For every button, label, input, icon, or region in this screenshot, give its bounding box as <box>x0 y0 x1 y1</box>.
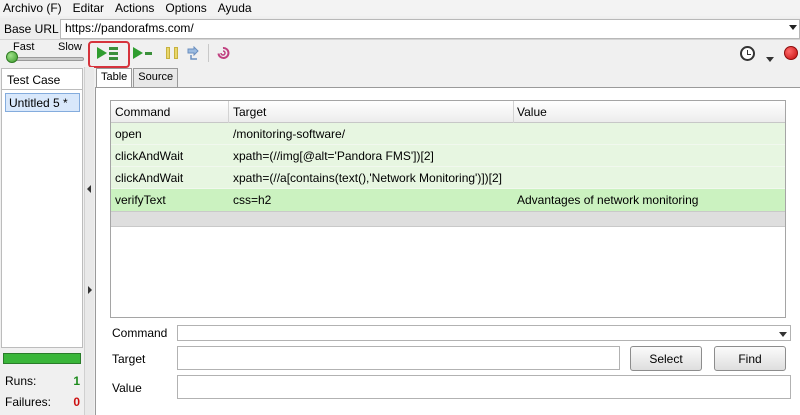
table-tab-content: Command Target Value open /monitoring-so… <box>95 87 800 415</box>
column-header-command[interactable]: Command <box>115 105 170 119</box>
base-url-input[interactable]: https://pandorafms.com/ <box>60 19 800 39</box>
menu-archivo[interactable]: Archivo (F) <box>3 1 62 15</box>
tab-source[interactable]: Source <box>133 68 179 87</box>
play-suite-button[interactable] <box>97 45 118 61</box>
command-dropdown-icon[interactable] <box>779 332 787 337</box>
rollup-icon <box>217 47 230 59</box>
table-row[interactable]: clickAndWait xpath=(//a[contains(text(),… <box>111 167 785 189</box>
table-row-empty[interactable] <box>111 211 785 227</box>
runs-count: 1 <box>73 374 80 388</box>
row-command: verifyText <box>115 193 166 207</box>
speed-fast-label: Fast <box>13 41 35 53</box>
play-test-button[interactable] <box>133 45 152 61</box>
pause-button[interactable] <box>166 45 178 61</box>
base-url-dropdown-icon[interactable] <box>789 25 797 30</box>
panel-splitter[interactable] <box>84 67 94 415</box>
row-target: xpath=(//img[@alt='Pandora FMS'])[2] <box>233 149 434 163</box>
find-button[interactable]: Find <box>714 346 786 371</box>
speed-slider[interactable] <box>10 57 84 61</box>
chevron-down-icon <box>766 56 774 62</box>
column-header-value[interactable]: Value <box>517 105 547 119</box>
table-header: Command Target Value <box>111 101 785 123</box>
select-button[interactable]: Select <box>630 346 702 371</box>
rollup-button[interactable] <box>216 45 230 61</box>
play-test-icon <box>133 47 143 59</box>
base-url-label: Base URL <box>4 22 59 36</box>
menu-editar[interactable]: Editar <box>73 1 104 15</box>
target-label: Target <box>112 352 146 366</box>
schedule-dropdown[interactable] <box>766 51 774 67</box>
editor-tabs: Table Source <box>96 68 179 88</box>
value-input[interactable] <box>177 375 791 399</box>
speed-slow-label: Slow <box>58 41 82 53</box>
expand-right-icon[interactable] <box>88 286 92 294</box>
menu-actions[interactable]: Actions <box>115 1 154 15</box>
play-suite-icon <box>97 47 107 59</box>
menu-ayuda[interactable]: Ayuda <box>218 1 252 15</box>
step-icon <box>187 46 199 60</box>
collapse-left-icon[interactable] <box>87 185 91 193</box>
row-command: clickAndWait <box>115 149 184 163</box>
command-label: Command <box>112 326 168 340</box>
menu-options[interactable]: Options <box>165 1 206 15</box>
test-case-item[interactable]: Untitled 5 * <box>5 93 80 112</box>
toolbar: Fast Slow <box>0 40 800 68</box>
run-progress-bar <box>3 353 81 364</box>
row-target: /monitoring-software/ <box>233 127 346 141</box>
test-case-header: Test Case <box>1 68 83 90</box>
table-row[interactable]: open /monitoring-software/ <box>111 123 785 145</box>
value-label: Value <box>112 381 142 395</box>
record-icon <box>784 46 798 60</box>
row-target: xpath=(//a[contains(text(),'Network Moni… <box>233 171 503 185</box>
step-button[interactable] <box>186 45 200 61</box>
failures-label: Failures: <box>5 395 52 409</box>
schedule-button[interactable] <box>740 45 755 61</box>
row-command: open <box>115 127 142 141</box>
row-command: clickAndWait <box>115 171 184 185</box>
column-header-target[interactable]: Target <box>233 105 266 119</box>
base-url-row: Base URL https://pandorafms.com/ <box>0 18 800 40</box>
command-select[interactable] <box>177 325 791 341</box>
table-row[interactable]: clickAndWait xpath=(//img[@alt='Pandora … <box>111 145 785 167</box>
speed-slider-knob[interactable] <box>6 51 18 63</box>
record-button[interactable] <box>784 45 798 61</box>
test-case-list: Untitled 5 * <box>1 90 83 348</box>
row-target: css=h2 <box>233 193 272 207</box>
toolbar-separator <box>208 44 209 62</box>
failures-count: 0 <box>73 395 80 409</box>
row-value: Advantages of network monitoring <box>517 193 699 207</box>
runs-label: Runs: <box>5 374 37 388</box>
menu-bar: Archivo (F) Editar Actions Options Ayuda <box>0 0 800 16</box>
command-table: Command Target Value open /monitoring-so… <box>110 100 786 318</box>
target-input[interactable] <box>177 346 620 370</box>
tab-table[interactable]: Table <box>96 68 133 88</box>
test-case-panel: Test Case Untitled 5 * Runs: 1 Failures:… <box>0 67 84 415</box>
table-row-selected[interactable]: verifyText css=h2 Advantages of network … <box>111 189 785 211</box>
pause-icon <box>166 47 178 59</box>
schedule-clock-icon <box>740 45 755 61</box>
